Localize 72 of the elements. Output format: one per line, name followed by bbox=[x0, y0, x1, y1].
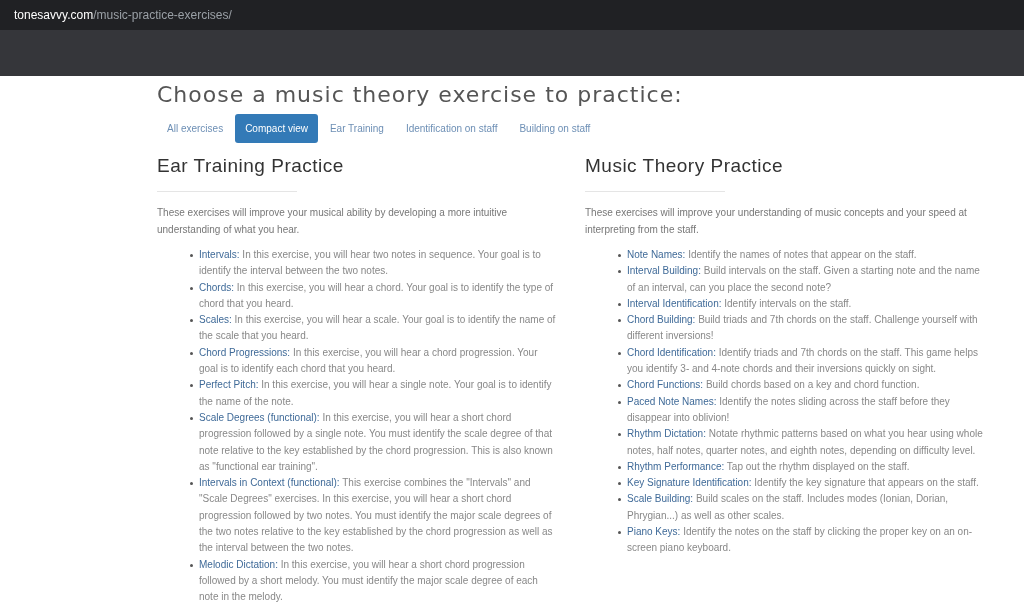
exercise-description: Chord Identification: Identify triads and 7th chords on the staff. This game helps you identify 3- and 4-note chords and their inversions quickly on sight. bbox=[627, 345, 979, 377]
exercise-link[interactable]: Key Signature Identification: bbox=[627, 477, 752, 489]
exercise-link[interactable]: Chords: bbox=[199, 281, 234, 293]
exercise-description: Key Signature Identification: Identify the key signature that appears on the staff. bbox=[627, 476, 979, 491]
exercise-description: Chord Building: Build triads and 7th chords on the staff. Challenge yourself with different inversions! bbox=[627, 313, 979, 344]
exercise-description: Interval Identification: Identify intervals on the staff. bbox=[627, 296, 852, 311]
exercise-description: Chord Functions: Build chords based on a key and chord function. bbox=[627, 378, 920, 393]
filter-tab[interactable]: Compact view bbox=[235, 114, 318, 143]
section-heading: Ear Training Practice bbox=[157, 155, 345, 177]
exercise-link[interactable]: Interval Building: bbox=[627, 265, 701, 277]
exercise-link[interactable]: Note Names: bbox=[627, 249, 686, 260]
bullet-icon bbox=[618, 254, 621, 257]
exercise-link[interactable]: Scale Degrees (functional): bbox=[199, 411, 320, 423]
exercise-link[interactable]: Intervals in Context (functional): bbox=[199, 477, 340, 489]
exercise-link[interactable]: Rhythm Performance: bbox=[627, 460, 725, 472]
address-bar[interactable]: tonesavvy.com/music-practice-exercises/ bbox=[0, 0, 1024, 30]
exercise-description: Note Names: Identify the names of notes that appear on the staff. bbox=[627, 248, 917, 262]
bullet-icon bbox=[618, 270, 621, 274]
exercise-description: Rhythm Dictation: Notate rhythmic patterns based on what you hear using whole notes, half notes, quarter notes, and eighth notes, depending on difficulty level. bbox=[627, 427, 984, 458]
exercise-description: Chord Progressions: In this exercise, you will hear a chord progression. Your goal is to identify each chord that you heard. bbox=[199, 345, 539, 377]
bullet-icon bbox=[618, 351, 621, 355]
bullet-icon bbox=[618, 433, 621, 437]
url-text[interactable]: tonesavvy.com/music-practice-exercises/ bbox=[14, 8, 232, 22]
page-title: Choose a music theory exercise to practice: bbox=[157, 81, 684, 107]
bullet-icon bbox=[618, 465, 621, 469]
exercise-description: Interval Building: Build intervals on the staff. Given a starting note and the name of an interval, can you place the second note? bbox=[627, 264, 981, 295]
exercise-description: Paced Note Names: Identify the notes sliding across the staff before they disappear into oblivion! bbox=[627, 394, 951, 425]
bullet-icon bbox=[190, 482, 193, 486]
exercise-description: Intervals: In this exercise, you will hear two notes in sequence. Your goal is to identify the interval between the two notes. bbox=[199, 248, 542, 279]
filter-tab[interactable]: Identification on staff bbox=[395, 114, 508, 143]
bullet-icon bbox=[618, 319, 621, 323]
exercise-link[interactable]: Chord Functions: bbox=[627, 379, 704, 391]
bullet-icon bbox=[190, 286, 193, 290]
section-intro: These exercises will improve your understanding of music concepts and your speed at interpreting from the staff. bbox=[585, 206, 968, 237]
bullet-icon bbox=[190, 384, 193, 388]
exercise-link[interactable]: Perfect Pitch: bbox=[199, 379, 259, 391]
exercise-description: Chords: In this exercise, you will hear a chord. Your goal is to identify the type of chord that you heard. bbox=[199, 280, 555, 311]
exercise-link[interactable]: Chord Building: bbox=[627, 314, 696, 326]
exercise-link[interactable]: Paced Note Names: bbox=[627, 395, 717, 407]
bullet-icon bbox=[618, 498, 621, 502]
exercise-link[interactable]: Piano Keys: bbox=[627, 526, 681, 538]
section-heading: Music Theory Practice bbox=[585, 155, 785, 177]
exercise-link[interactable]: Scales: bbox=[199, 314, 232, 326]
exercise-description: Intervals in Context (functional): This exercise combines the "Intervals" and "Scale Degrees" exercises. In this exercise, you will hear a short chord progression followed by two notes. You must identify the major scale degrees of the two notes relative to the key established by the chord progression as well as the interval between the two notes. bbox=[199, 476, 554, 556]
exercise-link[interactable]: Melodic Dictation: bbox=[199, 558, 278, 570]
filter-tab[interactable]: Ear Training bbox=[319, 114, 394, 143]
bullet-icon bbox=[190, 351, 193, 355]
exercise-link[interactable]: Chord Progressions: bbox=[199, 346, 291, 358]
bullet-icon bbox=[190, 563, 193, 567]
exercise-description: Scale Building: Build scales on the staff. Includes modes (Ionian, Dorian, Phrygian...) as well as other scales. bbox=[627, 492, 950, 523]
exercise-description: Rhythm Performance: Tap out the rhythm displayed on the staff. bbox=[627, 459, 910, 474]
bullet-icon bbox=[190, 254, 193, 257]
bullet-icon bbox=[190, 319, 193, 323]
section-intro: These exercises will improve your musical ability by developing a more intuitive understanding of what you hear. bbox=[157, 206, 509, 237]
exercise-description: Scales: In this exercise, you will hear a scale. Your goal is to identify the name of the scale that you heard. bbox=[199, 313, 557, 344]
exercise-link[interactable]: Scale Building: bbox=[627, 493, 694, 505]
exercise-description: Scale Degrees (functional): In this exercise, you will hear a short chord progression followed by a single note. You must identify the scale degree of that note relative to the key established by the chord progression. This is also known as "functional ear training". bbox=[199, 410, 554, 474]
bullet-icon bbox=[618, 400, 621, 404]
bullet-icon bbox=[618, 531, 621, 535]
bullet-icon bbox=[190, 416, 193, 420]
bullet-icon bbox=[618, 384, 621, 388]
exercise-link[interactable]: Intervals: bbox=[199, 249, 240, 260]
exercise-link[interactable]: Chord Identification: bbox=[627, 346, 716, 358]
exercise-description: Perfect Pitch: In this exercise, you will hear a single note. Your goal is to identify the name of the note. bbox=[199, 378, 553, 409]
bullet-icon bbox=[618, 482, 621, 486]
filter-tab[interactable]: Building on staff bbox=[509, 114, 601, 143]
exercise-description: Melodic Dictation: In this exercise, you will hear a short chord progression followed by a short melody. You must identify the major scale degree of each note in the melody. bbox=[199, 557, 539, 605]
bullet-icon bbox=[618, 302, 621, 306]
exercise-link[interactable]: Rhythm Dictation: bbox=[627, 428, 706, 440]
exercise-link[interactable]: Interval Identification: bbox=[627, 297, 722, 309]
filter-tab[interactable]: All exercises bbox=[157, 114, 234, 143]
exercise-description: Piano Keys: Identify the notes on the staff by clicking the proper key on an on-screen piano keyboard. bbox=[627, 525, 974, 556]
